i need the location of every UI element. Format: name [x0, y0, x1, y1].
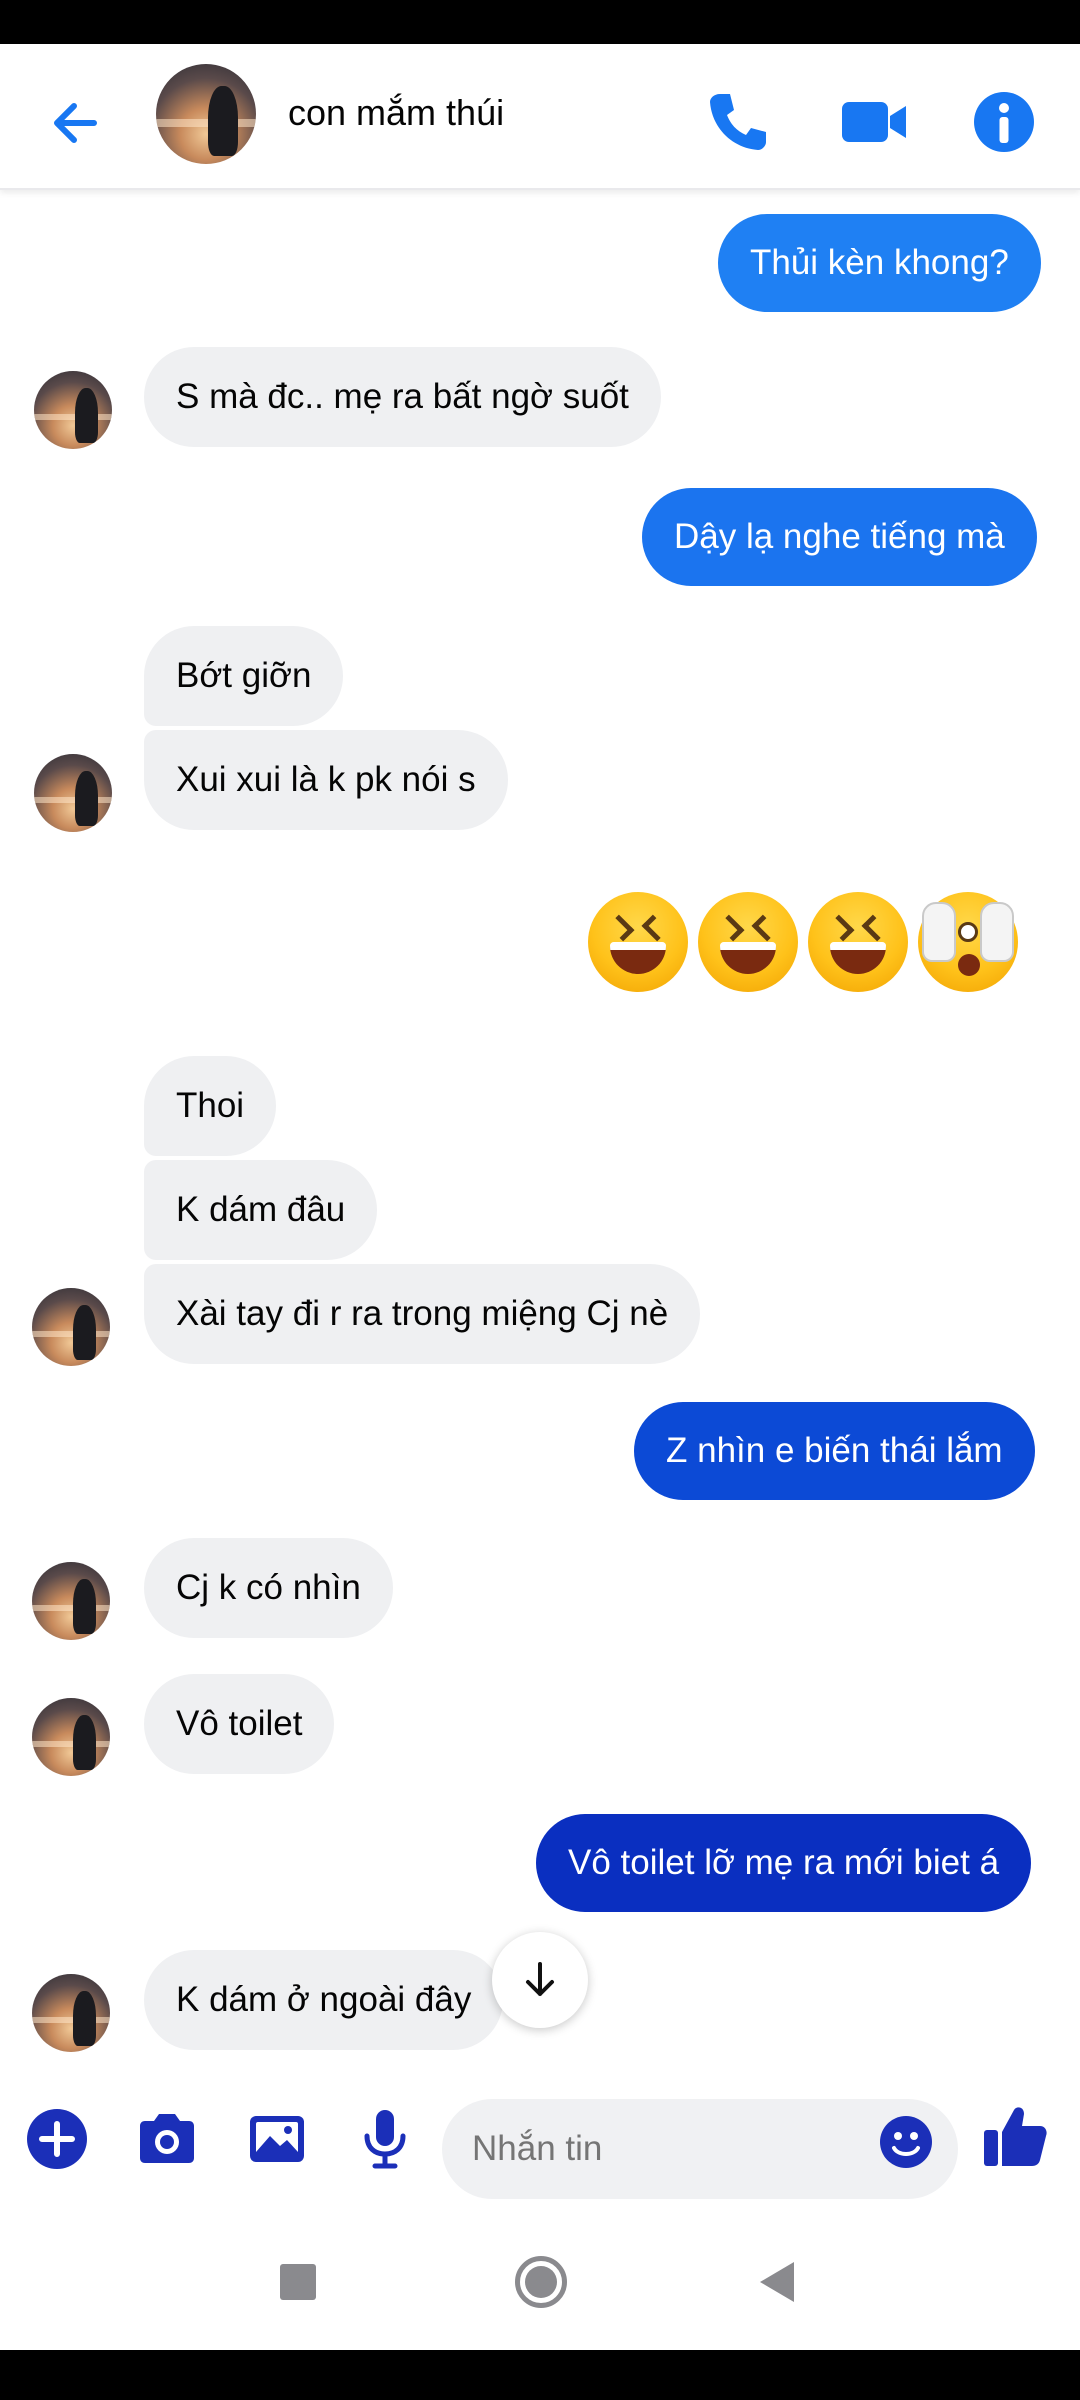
contact-avatar[interactable] [156, 64, 256, 164]
status-bar [0, 0, 1080, 44]
message-bubble-in[interactable]: Vô toilet [144, 1674, 335, 1774]
message-text: Vô toilet [176, 1704, 303, 1743]
thumbs-up-icon[interactable] [978, 2098, 1054, 2174]
message-text: Bớt giỡn [176, 656, 312, 695]
message-text: Vô toilet lỡ mẹ ra mới biet á [568, 1843, 1000, 1882]
laughing-face-icon [808, 892, 908, 992]
emoji-message[interactable] [588, 892, 1018, 992]
message-text: Z nhìn e biến thái lắm [666, 1431, 1003, 1470]
plus-icon[interactable] [22, 2104, 92, 2174]
message-text: S mà đc.. mẹ ra bất ngờ suốt [176, 377, 629, 416]
contact-name[interactable]: con mắm thúi [288, 92, 504, 134]
message-bubble-out[interactable]: Vô toilet lỡ mẹ ra mới biet á [536, 1814, 1032, 1912]
message-bubble-in[interactable]: Xui xui là k pk nói s [144, 730, 508, 830]
contact-avatar-small [34, 371, 112, 449]
chat-header: con mắm thúi [0, 44, 1080, 190]
contact-avatar-small [32, 1698, 110, 1776]
phone-icon[interactable] [700, 84, 776, 160]
info-icon[interactable] [966, 84, 1042, 160]
microphone-icon[interactable] [350, 2104, 420, 2174]
bottom-bar [0, 2350, 1080, 2400]
contact-avatar-small [32, 1562, 110, 1640]
message-bubble-in[interactable]: K dám đâu [144, 1160, 378, 1260]
contact-avatar-small [32, 1288, 110, 1366]
message-bubble-out[interactable]: Dậy lạ nghe tiếng mà [642, 488, 1037, 586]
back-arrow-icon[interactable] [44, 88, 114, 158]
face-covering-eyes-icon [918, 892, 1018, 992]
message-bubble-in[interactable]: K dám ở ngoài đây [144, 1950, 504, 2050]
message-bubble-in[interactable]: Xài tay đi r ra trong miệng Cj nè [144, 1264, 701, 1364]
recents-button[interactable] [280, 2264, 316, 2300]
laughing-face-icon [698, 892, 798, 992]
message-text: Xài tay đi r ra trong miệng Cj nè [176, 1294, 669, 1333]
contact-avatar-small [32, 1974, 110, 2052]
message-text: Cj k có nhìn [176, 1568, 361, 1607]
message-bubble-in[interactable]: S mà đc.. mẹ ra bất ngờ suốt [144, 347, 661, 447]
message-bubble-in[interactable]: Bớt giỡn [144, 626, 344, 726]
message-text: K dám đâu [176, 1190, 346, 1229]
nav-back-button[interactable] [760, 2262, 794, 2302]
scroll-to-bottom-button[interactable] [492, 1932, 588, 2028]
message-text: Thủi kèn khong? [750, 243, 1009, 282]
chat-screen: con mắm thúi Thủi kèn khong? S mà đc.. m… [0, 44, 1080, 2350]
arrow-down-icon [526, 1962, 554, 1996]
message-bubble-in[interactable]: Thoi [144, 1056, 277, 1156]
message-bubble-out[interactable]: Thủi kèn khong? [718, 214, 1041, 312]
camera-icon[interactable] [132, 2104, 202, 2174]
message-bubble-in[interactable]: Cj k có nhìn [144, 1538, 393, 1638]
message-text: Dậy lạ nghe tiếng mà [674, 517, 1005, 556]
image-icon[interactable] [242, 2104, 312, 2174]
contact-avatar-small [34, 754, 112, 832]
message-text: Xui xui là k pk nói s [176, 760, 476, 799]
emoji-icon[interactable] [878, 2114, 934, 2170]
message-text: K dám ở ngoài đây [176, 1980, 472, 2019]
laughing-face-icon [588, 892, 688, 992]
message-text: Thoi [176, 1086, 245, 1125]
video-camera-icon[interactable] [836, 84, 912, 160]
message-bubble-out[interactable]: Z nhìn e biến thái lắm [634, 1402, 1035, 1500]
home-button[interactable] [515, 2256, 567, 2308]
